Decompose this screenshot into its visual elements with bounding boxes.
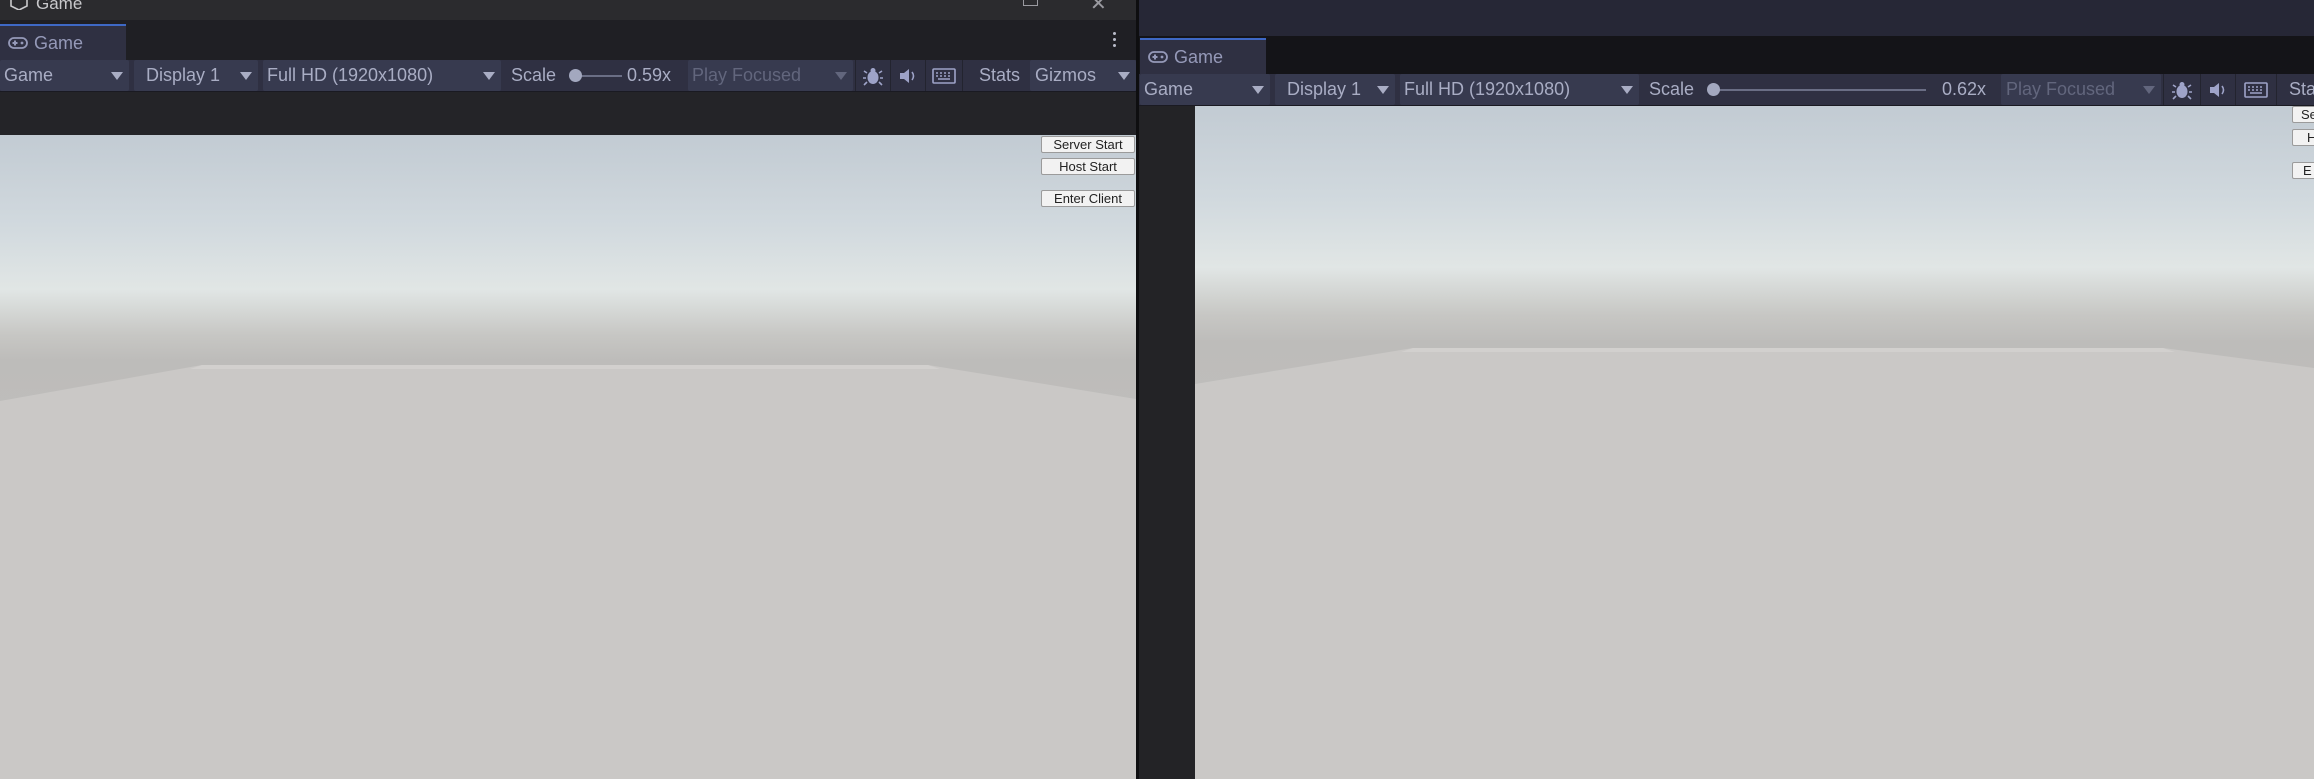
play-mode-value: Play Focused	[2006, 79, 2116, 99]
server-start-label: Server Start	[1053, 137, 1123, 152]
host-start-label: Host Start	[1059, 159, 1117, 174]
game-view-letterbox	[0, 92, 1136, 135]
game-view[interactable]: Se H E	[1195, 106, 2314, 779]
scale-slider-track[interactable]	[1710, 89, 1926, 91]
display-dropdown[interactable]: Display 1	[1275, 74, 1395, 105]
keyboard-toggle[interactable]	[925, 60, 961, 91]
close-icon[interactable]: ✕	[1090, 0, 1107, 16]
host-start-button[interactable]: Host Start	[1041, 158, 1135, 175]
display-dropdown[interactable]: Display 1	[134, 60, 258, 91]
game-window-right: Game Game Display 1 Full HD (1920x1080) …	[1139, 0, 2314, 779]
tab-game[interactable]: Game	[0, 24, 126, 60]
stats-button[interactable]: Stats	[962, 60, 1028, 91]
scale-control[interactable]: Scale 0.62x	[1644, 74, 1994, 105]
game-toolbar: Game Display 1 Full HD (1920x1080) Scale…	[0, 60, 1136, 92]
audio-icon	[2209, 82, 2224, 97]
kebab-menu-icon[interactable]	[1113, 32, 1117, 48]
stats-button[interactable]: Sta	[2276, 74, 2314, 105]
resolution-value: Full HD (1920x1080)	[267, 65, 434, 85]
debug-toggle[interactable]	[2163, 74, 2199, 105]
scale-control[interactable]: Scale 0.59x	[506, 60, 686, 91]
play-mode-dropdown[interactable]: Play Focused	[2001, 74, 2161, 105]
gamepad-icon	[1148, 51, 1168, 63]
display-value: Display 1	[146, 65, 221, 85]
display-value: Display 1	[1287, 79, 1362, 99]
debug-toggle[interactable]	[855, 60, 889, 91]
tab-bar-right: Game	[1139, 36, 2314, 74]
resolution-dropdown[interactable]: Full HD (1920x1080)	[1400, 74, 1639, 105]
ground-plane	[0, 365, 1136, 779]
host-start-label: H	[2307, 130, 2314, 145]
server-start-button[interactable]: Server Start	[1041, 136, 1135, 153]
gizmos-label: Gizmos	[1035, 65, 1097, 85]
game-window-left: Game ✕ Game Game Display 1 Full HD (1920…	[0, 0, 1136, 779]
server-start-label: Se	[2301, 107, 2314, 122]
enter-client-label: Enter Client	[1054, 191, 1122, 206]
bug-icon	[862, 67, 883, 86]
maximize-icon[interactable]	[1023, 0, 1038, 6]
game-view[interactable]: Server Start Host Start Enter Client	[0, 135, 1136, 779]
resolution-dropdown[interactable]: Full HD (1920x1080)	[263, 60, 501, 91]
scale-value: 0.59x	[627, 65, 672, 85]
gamepad-icon	[8, 37, 28, 49]
gizmos-dropdown[interactable]: Gizmos	[1030, 60, 1136, 91]
host-start-button[interactable]: H	[2292, 129, 2314, 146]
scale-label: Scale	[511, 65, 557, 85]
resolution-value: Full HD (1920x1080)	[1404, 79, 1571, 99]
keyboard-toggle[interactable]	[2235, 74, 2275, 105]
stats-label: Sta	[2289, 79, 2314, 99]
scale-label: Scale	[1649, 79, 1695, 99]
keyboard-icon	[931, 67, 956, 84]
game-toolbar-right: Game Display 1 Full HD (1920x1080) Scale…	[1139, 74, 2314, 106]
tab-label: Game	[34, 32, 84, 53]
unity-icon	[10, 0, 28, 10]
ground-plane	[1195, 348, 2314, 779]
enter-client-label: E	[2303, 163, 2312, 178]
mode-dropdown[interactable]: Game	[1140, 74, 1270, 105]
audio-icon	[899, 68, 914, 83]
stats-label: Stats	[979, 65, 1021, 85]
scale-slider-knob[interactable]	[1707, 83, 1720, 96]
game-view-letterbox	[1139, 106, 1195, 779]
tab-game-right[interactable]: Game	[1140, 38, 1266, 74]
mode-dropdown[interactable]: Game	[0, 60, 129, 91]
mode-value: Game	[4, 65, 54, 85]
enter-client-button[interactable]: Enter Client	[1041, 190, 1135, 207]
keyboard-icon	[2243, 81, 2268, 98]
tab-label: Game	[1174, 46, 1224, 67]
play-mode-value: Play Focused	[692, 65, 802, 85]
scale-slider-knob[interactable]	[569, 69, 582, 82]
os-title-bar-right	[1139, 0, 2314, 36]
enter-client-button[interactable]: E	[2292, 162, 2314, 179]
bug-icon	[2171, 81, 2192, 100]
scale-value: 0.62x	[1942, 79, 1987, 99]
audio-toggle[interactable]	[890, 60, 924, 91]
tab-bar: Game	[0, 20, 1136, 60]
os-window-title: Game	[36, 0, 83, 13]
os-title-bar: Game ✕	[0, 0, 1136, 20]
audio-toggle[interactable]	[2200, 74, 2234, 105]
server-start-button[interactable]: Se	[2292, 106, 2314, 123]
mode-value: Game	[1144, 79, 1194, 99]
play-mode-dropdown[interactable]: Play Focused	[688, 60, 853, 91]
